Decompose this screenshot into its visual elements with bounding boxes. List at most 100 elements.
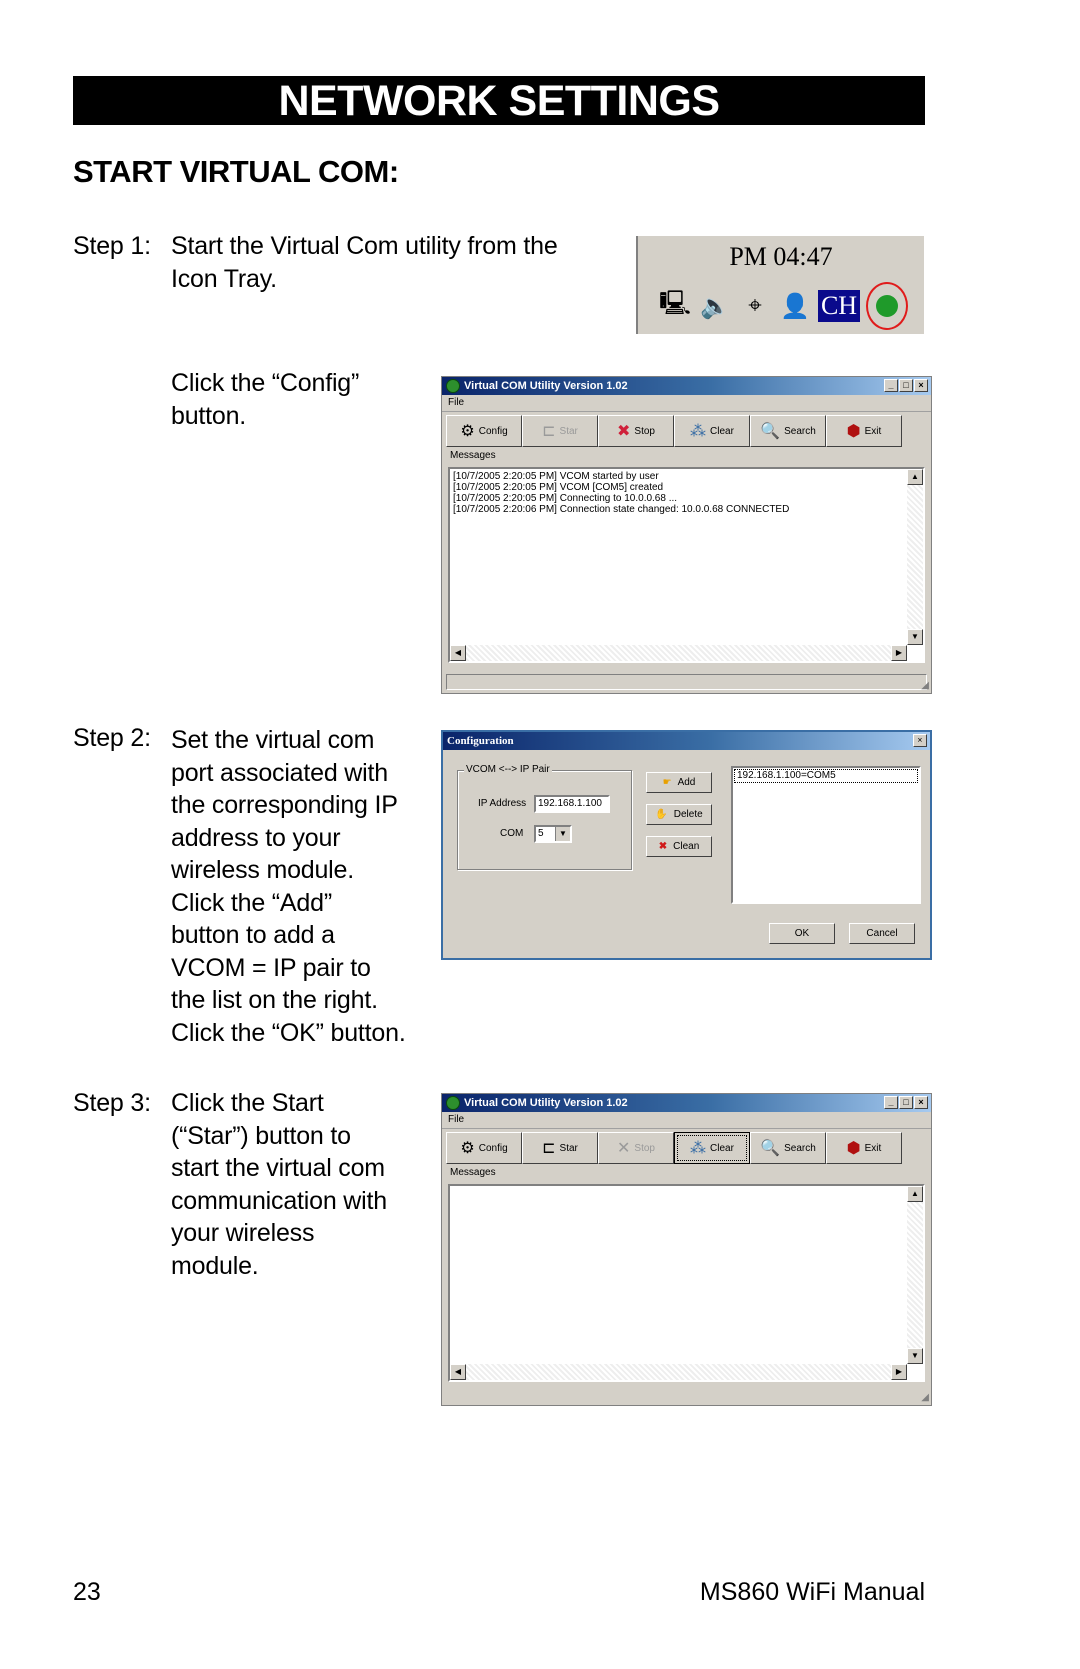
scroll-left-button[interactable]: ◀ xyxy=(450,645,466,661)
titlebar: Virtual COM Utility Version 1.02 _ □ × xyxy=(442,1094,931,1112)
toolbar: ⚙ Config ⊏ Star ✕ Stop ⁂ Clear 🔍 Search ⬢ Exit xyxy=(442,1129,931,1167)
stop-button[interactable]: ✕ Stop xyxy=(598,1132,674,1164)
messages-label: Messages xyxy=(450,1167,496,1178)
resize-grip-icon[interactable]: ◢ xyxy=(921,680,929,691)
stop-button[interactable]: ✖ Stop xyxy=(598,415,674,447)
step-3-text: Click the Start (“Star”) button to start… xyxy=(171,1087,387,1282)
horizontal-scrollbar[interactable] xyxy=(450,645,907,661)
step-1-text: Start the Virtual Com utility from the I… xyxy=(171,230,558,295)
scroll-right-button[interactable]: ▶ xyxy=(891,1364,907,1380)
messages-log[interactable]: ▲ ▼ ◀ ▶ xyxy=(448,1184,925,1382)
menu-file[interactable]: File xyxy=(448,397,464,408)
close-button[interactable]: × xyxy=(913,734,927,747)
log-line: [10/7/2005 2:20:05 PM] VCOM [COM5] creat… xyxy=(453,482,664,493)
exit-icon: ⬢ xyxy=(846,1140,861,1157)
star-button[interactable]: ⊏ Star xyxy=(522,415,598,447)
window-title: Virtual COM Utility Version 1.02 xyxy=(464,380,628,392)
messages-label: Messages xyxy=(450,450,496,461)
plug-icon: ⊏ xyxy=(542,1140,556,1157)
close-button[interactable]: × xyxy=(914,379,928,392)
step-2-text: Set the virtual com port associated with… xyxy=(171,724,406,1049)
usb-device-icon[interactable]: ⌖ xyxy=(738,289,772,323)
add-button[interactable]: ☛ Add xyxy=(646,772,712,793)
utility-window-1: Virtual COM Utility Version 1.02 _ □ × F… xyxy=(441,376,932,694)
log-line: [10/7/2005 2:20:05 PM] VCOM started by u… xyxy=(453,471,659,482)
chevron-down-icon[interactable]: ▼ xyxy=(555,827,570,841)
speaker-icon[interactable]: 🔈 xyxy=(698,289,732,323)
scroll-right-button[interactable]: ▶ xyxy=(891,645,907,661)
stop-plug-icon: ✖ xyxy=(617,423,631,440)
scroll-left-button[interactable]: ◀ xyxy=(450,1364,466,1380)
titlebar: Configuration × xyxy=(443,732,930,750)
messages-log[interactable]: [10/7/2005 2:20:05 PM] VCOM started by u… xyxy=(448,467,925,663)
scroll-down-button[interactable]: ▼ xyxy=(907,629,923,645)
text-line: wireless module. xyxy=(171,856,354,884)
stop-plug-icon: ✕ xyxy=(617,1140,631,1157)
clear-button[interactable]: ⁂ Clear xyxy=(674,415,750,447)
text-line: (“Star”) button to xyxy=(171,1121,351,1150)
network-computer-icon[interactable]: 🖳 xyxy=(658,289,692,323)
vcom-ip-pair-group: VCOM <--> IP Pair IP Address 192.168.1.1… xyxy=(457,764,632,870)
toolbar: ⚙ Config ⊏ Star ✖ Stop ⁂ Clear 🔍 Search ⬢ Exit xyxy=(442,412,931,450)
group-label: VCOM <--> IP Pair xyxy=(464,764,552,775)
text-line: Click the Start xyxy=(171,1089,324,1117)
user-network-icon[interactable]: 👤 xyxy=(778,289,812,323)
configuration-dialog: Configuration × VCOM <--> IP Pair IP Add… xyxy=(441,730,932,960)
section-heading: START VIRTUAL COM: xyxy=(73,154,399,189)
search-button[interactable]: 🔍 Search xyxy=(750,1132,826,1164)
exit-button[interactable]: ⬢ Exit xyxy=(826,415,902,447)
tray-clock: PM 04:47 xyxy=(729,242,833,271)
red-x-icon: ✖ xyxy=(658,841,668,852)
manual-title: MS860 WiFi Manual xyxy=(699,1578,925,1606)
ok-button[interactable]: OK xyxy=(769,923,835,944)
horizontal-scrollbar[interactable] xyxy=(450,1364,907,1380)
exit-button[interactable]: ⬢ Exit xyxy=(826,1132,902,1164)
minimize-button[interactable]: _ xyxy=(884,379,898,392)
scroll-up-button[interactable]: ▲ xyxy=(907,469,923,485)
vcom-pair-list[interactable]: 192.168.1.100=COM5 xyxy=(731,766,921,904)
text-line: Icon Tray. xyxy=(171,264,277,293)
config-button[interactable]: ⚙ Config xyxy=(446,415,522,447)
search-magnifier-icon: 🔍 xyxy=(760,423,781,440)
vertical-scrollbar[interactable] xyxy=(907,469,923,645)
text-line: port associated with xyxy=(171,758,388,787)
vertical-scrollbar[interactable] xyxy=(907,1186,923,1364)
cancel-button[interactable]: Cancel xyxy=(849,923,915,944)
clear-button[interactable]: ⁂ Clear xyxy=(674,1132,750,1164)
delete-button[interactable]: ✋ Delete xyxy=(646,804,712,825)
menu-file[interactable]: File xyxy=(448,1114,464,1125)
language-ch-icon[interactable]: CH xyxy=(818,290,860,322)
maximize-button[interactable]: □ xyxy=(899,379,913,392)
text-line: Start the Virtual Com utility from the xyxy=(171,232,558,260)
text-line: Click the “Config” xyxy=(171,369,360,397)
text-line: the corresponding IP xyxy=(171,791,398,819)
star-button[interactable]: ⊏ Star xyxy=(522,1132,598,1164)
ip-address-input[interactable]: 192.168.1.100 xyxy=(534,795,610,813)
step-1b-text: Click the “Config” button. xyxy=(171,367,359,432)
clean-button[interactable]: ✖ Clean xyxy=(646,836,712,857)
com-label: COM xyxy=(500,828,524,839)
text-line: communication with xyxy=(171,1186,387,1215)
com-select[interactable]: 5 ▼ xyxy=(534,825,572,843)
text-line: address to your xyxy=(171,823,341,852)
search-button[interactable]: 🔍 Search xyxy=(750,415,826,447)
config-button[interactable]: ⚙ Config xyxy=(446,1132,522,1164)
ip-address-label: IP Address xyxy=(478,798,527,809)
minimize-button[interactable]: _ xyxy=(884,1096,898,1109)
page-banner: NETWORK SETTINGS xyxy=(73,76,925,125)
text-line: Click the “OK” button. xyxy=(171,1018,406,1047)
virtual-com-icon[interactable] xyxy=(866,282,908,330)
window-title: Virtual COM Utility Version 1.02 xyxy=(464,1097,628,1109)
step-1-label: Step 1: xyxy=(73,232,151,260)
maximize-button[interactable]: □ xyxy=(899,1096,913,1109)
log-line: [10/7/2005 2:20:05 PM] Connecting to 10.… xyxy=(453,493,678,504)
dialog-title: Configuration xyxy=(447,735,514,747)
close-button[interactable]: × xyxy=(914,1096,928,1109)
text-line: the list on the right. xyxy=(171,986,378,1014)
utility-window-3: Virtual COM Utility Version 1.02 _ □ × F… xyxy=(441,1093,932,1406)
scroll-up-button[interactable]: ▲ xyxy=(907,1186,923,1202)
scroll-down-button[interactable]: ▼ xyxy=(907,1348,923,1364)
list-item[interactable]: 192.168.1.100=COM5 xyxy=(734,769,918,783)
resize-grip-icon[interactable]: ◢ xyxy=(921,1392,929,1403)
hand-icon: ✋ xyxy=(655,809,668,820)
